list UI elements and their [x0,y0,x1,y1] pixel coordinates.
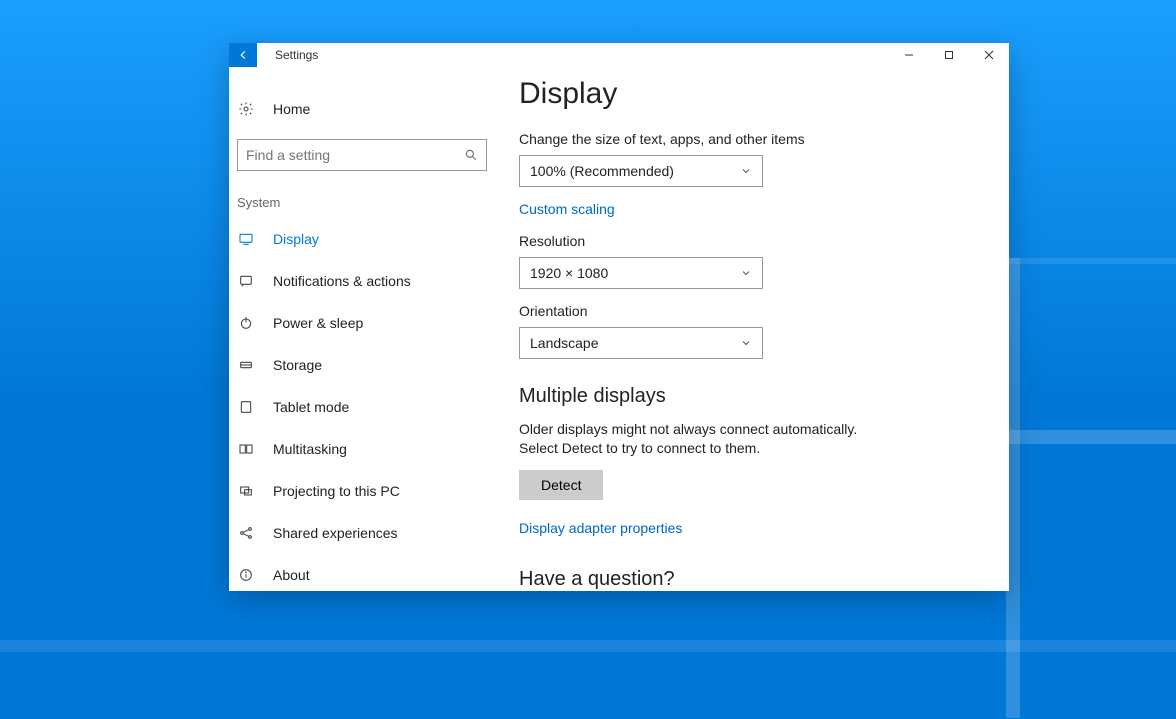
custom-scaling-link[interactable]: Custom scaling [519,201,615,217]
sidebar-home-label: Home [273,101,310,117]
sidebar-item-shared[interactable]: Shared experiences [229,512,515,554]
sidebar-category: System [229,171,515,218]
multiple-displays-heading: Multiple displays [519,385,979,408]
detect-button[interactable]: Detect [519,470,603,500]
sidebar-item-label: Tablet mode [273,399,349,415]
scale-dropdown[interactable]: 100% (Recommended) [519,155,763,187]
multiple-displays-text: Older displays might not always connect … [519,420,899,458]
tablet-icon [237,398,255,416]
sidebar-item-about[interactable]: About [229,554,515,591]
sidebar-item-label: Notifications & actions [273,273,411,289]
sidebar-item-display[interactable]: Display [229,218,515,260]
sidebar-item-label: Power & sleep [273,315,363,331]
close-button[interactable] [969,43,1009,67]
search-box[interactable] [237,139,487,171]
maximize-button[interactable] [929,43,969,67]
sidebar-item-label: Storage [273,357,322,373]
orientation-label: Orientation [519,303,979,319]
back-button[interactable] [229,43,257,67]
sidebar-item-label: Shared experiences [273,525,398,541]
titlebar: Settings [229,43,1009,67]
sidebar-home[interactable]: Home [229,89,515,129]
scale-value: 100% (Recommended) [530,163,674,179]
sidebar-item-storage[interactable]: Storage [229,344,515,386]
sidebar-item-power[interactable]: Power & sleep [229,302,515,344]
sidebar-item-label: Projecting to this PC [273,483,400,499]
sidebar-item-tablet[interactable]: Tablet mode [229,386,515,428]
main-content: Display Change the size of text, apps, a… [515,67,1009,591]
sidebar-item-label: Multitasking [273,441,347,457]
window-title: Settings [257,43,889,67]
minimize-button[interactable] [889,43,929,67]
chevron-down-icon [740,165,752,177]
resolution-label: Resolution [519,233,979,249]
search-icon [464,148,478,162]
multitask-icon [237,440,255,458]
storage-icon [237,356,255,374]
sidebar: Home System Display Notifications & actio… [229,67,515,591]
notifications-icon [237,272,255,290]
display-icon [237,230,255,248]
orientation-value: Landscape [530,335,599,351]
sidebar-item-label: Display [273,231,319,247]
question-heading: Have a question? [519,568,979,591]
sidebar-item-multitask[interactable]: Multitasking [229,428,515,470]
sidebar-item-label: About [273,567,310,583]
resolution-dropdown[interactable]: 1920 × 1080 [519,257,763,289]
projecting-icon [237,482,255,500]
sidebar-item-notifications[interactable]: Notifications & actions [229,260,515,302]
settings-window: Settings Home [229,43,1009,591]
sidebar-item-projecting[interactable]: Projecting to this PC [229,470,515,512]
gear-icon [237,100,255,118]
orientation-dropdown[interactable]: Landscape [519,327,763,359]
chevron-down-icon [740,267,752,279]
about-icon [237,566,255,584]
resolution-value: 1920 × 1080 [530,265,608,281]
chevron-down-icon [740,337,752,349]
search-input[interactable] [246,147,446,163]
page-title: Display [519,77,979,111]
scale-label: Change the size of text, apps, and other… [519,131,979,147]
shared-icon [237,524,255,542]
display-adapter-link[interactable]: Display adapter properties [519,520,682,536]
power-icon [237,314,255,332]
